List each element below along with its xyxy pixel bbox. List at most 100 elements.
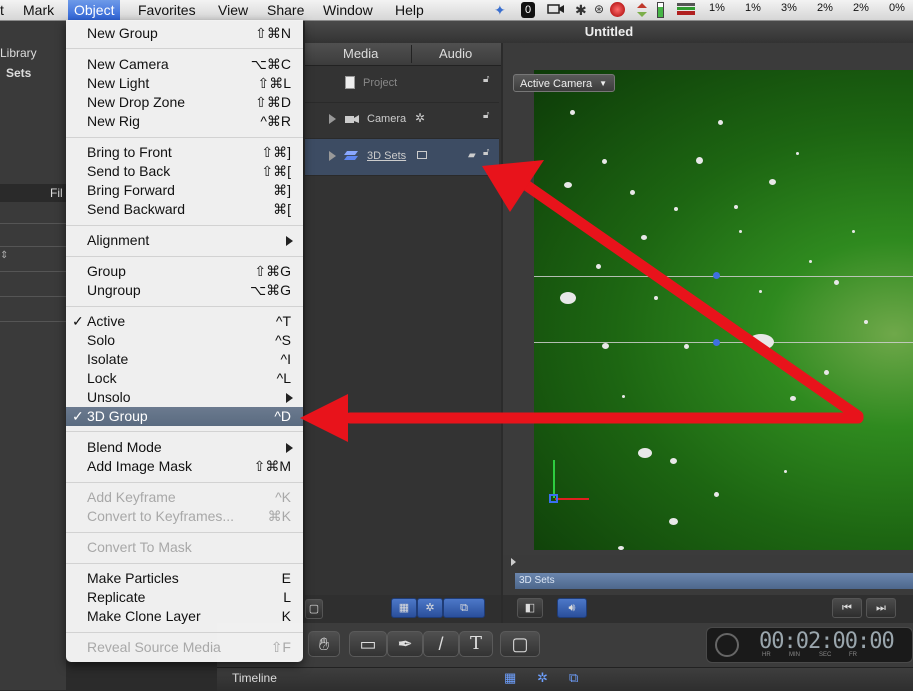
handle-point[interactable] <box>713 272 720 279</box>
menu-item-make-clone-layer[interactable]: Make Clone Layer K <box>66 607 303 626</box>
menu-object[interactable]: Object <box>68 0 121 20</box>
menu-item-group[interactable]: Group ⇧⌘G <box>66 262 303 281</box>
layer-row-3d-sets[interactable]: 3D Sets ▰ 🔓︎ <box>305 139 499 176</box>
menu-item-label: New Light <box>87 75 150 91</box>
mini-timeline-track[interactable]: 3D Sets <box>515 573 913 589</box>
compass-icon[interactable]: ⊛ <box>594 2 610 18</box>
menu-share[interactable]: Share <box>267 2 304 20</box>
hand-tool-button[interactable]: ✋︎ <box>308 631 340 657</box>
facetime-icon[interactable] <box>547 2 564 18</box>
menu-item-active[interactable]: ✓ Active ^T <box>66 312 303 331</box>
shape-tool-button[interactable]: ▭ <box>349 631 387 657</box>
canvas-viewport[interactable] <box>534 70 913 550</box>
add-layer-button[interactable]: ▢ <box>305 599 323 619</box>
menu-favorites[interactable]: Favorites <box>138 2 196 20</box>
particle <box>602 159 607 164</box>
menu-window[interactable]: Window <box>323 2 373 20</box>
menu-item-alignment[interactable]: Alignment <box>66 231 303 250</box>
blend-icon[interactable]: ▰ <box>468 150 476 161</box>
timeline-bar: Timeline ▦ ✲ ⧉ <box>217 667 913 691</box>
updown-arrows-icon[interactable] <box>636 2 652 18</box>
particle <box>674 207 678 211</box>
menu-item-bring-to-front[interactable]: Bring to Front ⇧⌘] <box>66 143 303 162</box>
pen-tool-button[interactable]: ✒︎ <box>387 631 423 657</box>
layer-row-camera[interactable]: Camera ✲ 🔓︎ <box>305 102 499 139</box>
go-to-start-button[interactable]: ⏮︎ <box>832 598 862 618</box>
x-axis-handle[interactable] <box>555 498 589 500</box>
menu-item-3d-group[interactable]: ✓ 3D Group ^D <box>66 407 303 426</box>
menu-item-add-keyframe[interactable]: Add Keyframe ^K <box>66 488 303 507</box>
filters-icon[interactable]: ▦ <box>504 670 516 686</box>
timecode-value: 00:02:00:00 <box>759 629 895 654</box>
camera-select[interactable]: Active Camera ▼ <box>513 74 615 92</box>
menu-item-make-particles[interactable]: Make Particles E <box>66 569 303 588</box>
menu-item-new-camera[interactable]: New Camera ⌥⌘C <box>66 55 303 74</box>
record-icon[interactable] <box>610 2 625 17</box>
playhead-icon[interactable] <box>511 558 516 566</box>
o-app-icon[interactable]: 0 <box>521 2 535 18</box>
fil-label[interactable]: Fil <box>50 186 63 200</box>
text-tool-button[interactable]: T <box>459 631 493 657</box>
dropbox-icon[interactable]: ✦ <box>494 2 510 18</box>
bluetooth-icon[interactable]: ✱ <box>575 2 591 18</box>
menu-separator <box>66 563 303 564</box>
library-label[interactable]: Library <box>0 46 37 60</box>
menu-item-solo[interactable]: Solo ^S <box>66 331 303 350</box>
disclosure-triangle-icon[interactable] <box>329 114 336 124</box>
menu-item-lock[interactable]: Lock ^L <box>66 369 303 388</box>
menu-separator <box>66 532 303 533</box>
particle <box>769 179 776 185</box>
menu-mark[interactable]: Mark <box>23 2 54 20</box>
filters-button[interactable]: ▦ <box>391 598 417 618</box>
cpu-5-percent: 2% <box>853 2 869 14</box>
timecode-display[interactable]: 00:02:00:00 HR MIN SEC FR <box>706 627 913 663</box>
menu-item-unsolo[interactable]: Unsolo <box>66 388 303 407</box>
menu-view[interactable]: View <box>218 2 248 20</box>
menu-item-label: Send Backward <box>87 201 186 217</box>
menu-item-reveal-source-media[interactable]: Reveal Source Media ⇧F <box>66 638 303 657</box>
disclosure-triangle-icon[interactable] <box>329 151 336 161</box>
tab-media[interactable]: Media <box>343 46 378 61</box>
submenu-arrow-icon <box>286 393 293 403</box>
menu-item-ungroup[interactable]: Ungroup ⌥⌘G <box>66 281 303 300</box>
audio-button[interactable]: 🔊︎ <box>557 598 587 618</box>
library-icon[interactable]: ⧉ <box>569 670 578 686</box>
menu-item-new-rig[interactable]: New Rig ^⌘R <box>66 112 303 131</box>
menu-item-replicate[interactable]: Replicate L <box>66 588 303 607</box>
menu-help[interactable]: Help <box>395 2 424 20</box>
timecode-unit: SEC <box>819 652 832 658</box>
menu-item-blend-mode[interactable]: Blend Mode <box>66 438 303 457</box>
y-axis-handle[interactable] <box>553 460 555 498</box>
menu-item-shortcut: ^T <box>275 313 291 329</box>
stepper-icon[interactable]: ⇕ <box>0 250 8 261</box>
menu-item-new-light[interactable]: New Light ⇧⌘L <box>66 74 303 93</box>
play-range-button[interactable]: ◧ <box>517 598 543 618</box>
layer-row-project[interactable]: Project 🔓︎ <box>305 66 499 103</box>
menu-item-convert-to-mask[interactable]: Convert To Mask <box>66 538 303 557</box>
behaviors-icon[interactable]: ✲ <box>537 670 548 686</box>
menu-mark-partial[interactable]: t <box>0 2 4 20</box>
paint-tool-button[interactable]: / <box>423 631 459 657</box>
menu-item-convert-to-keyframes[interactable]: Convert to Keyframes... ⌘K <box>66 507 303 526</box>
library-button[interactable]: ⧉ <box>443 598 485 618</box>
tab-audio[interactable]: Audio <box>439 46 472 61</box>
menu-item-new-group[interactable]: New Group ⇧⌘N <box>66 24 303 43</box>
lock-icon[interactable]: 🔓︎ <box>483 74 489 85</box>
behaviors-button[interactable]: ✲ <box>417 598 443 618</box>
menu-item-send-to-back[interactable]: Send to Back ⇧⌘[ <box>66 162 303 181</box>
battery-gauge-icon <box>657 2 664 18</box>
lock-icon[interactable]: 🔓︎ <box>483 147 489 158</box>
play-button[interactable]: ⏭︎ <box>866 598 896 618</box>
menu-item-send-backward[interactable]: Send Backward ⌘[ <box>66 200 303 219</box>
z-axis-handle[interactable] <box>549 494 558 503</box>
mask-tool-button[interactable]: ▢ <box>500 631 540 657</box>
menu-item-bring-forward[interactable]: Bring Forward ⌘] <box>66 181 303 200</box>
lock-icon[interactable]: 🔓︎ <box>483 110 489 121</box>
particle <box>739 230 742 233</box>
sets-label[interactable]: Sets <box>6 66 31 80</box>
menu-item-add-image-mask[interactable]: Add Image Mask ⇧⌘M <box>66 457 303 476</box>
menu-item-new-drop-zone[interactable]: New Drop Zone ⇧⌘D <box>66 93 303 112</box>
handle-point[interactable] <box>713 339 720 346</box>
timeline-label[interactable]: Timeline <box>232 671 277 685</box>
menu-item-isolate[interactable]: Isolate ^I <box>66 350 303 369</box>
